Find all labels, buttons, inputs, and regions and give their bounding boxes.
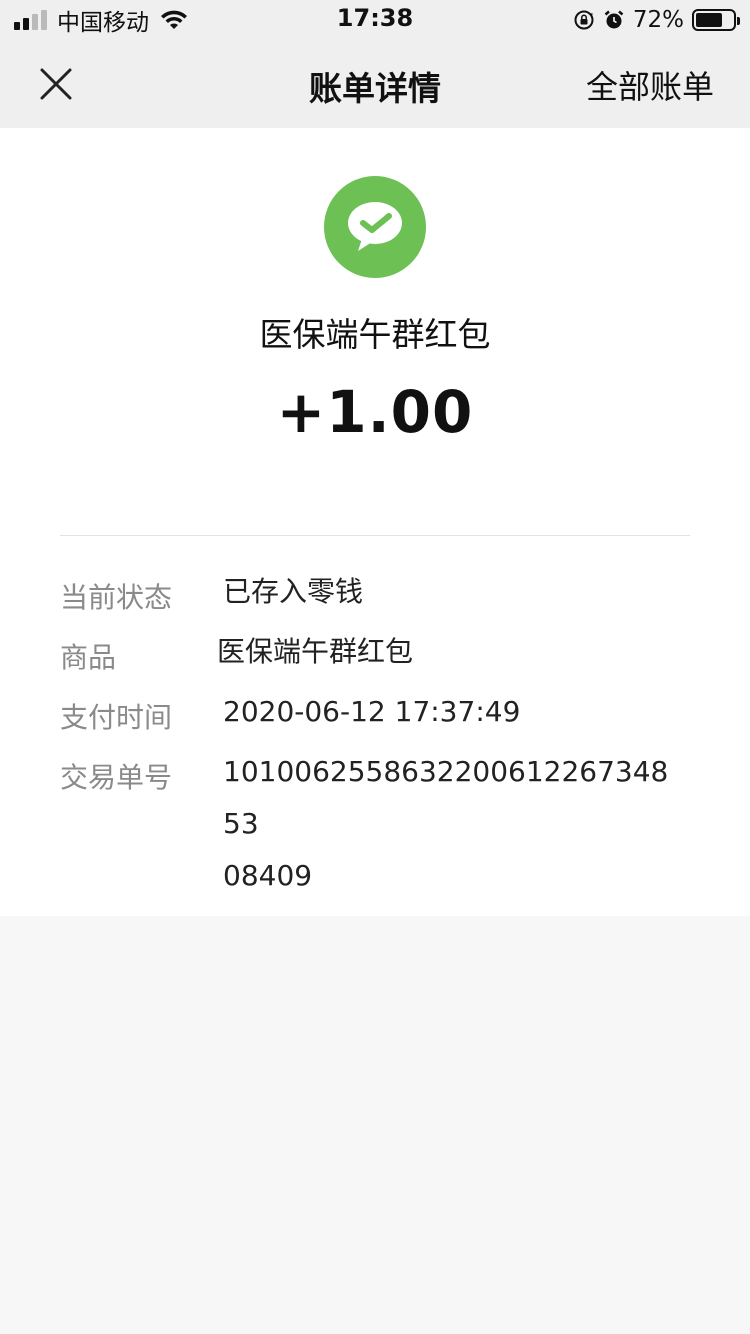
battery-icon	[692, 9, 740, 31]
status-bar: 中国移动 17:38 72%	[0, 0, 750, 40]
chat-bubble-check-icon	[348, 202, 402, 251]
status-value: 已存入零钱	[223, 575, 364, 608]
transaction-label: 交易单号	[60, 761, 173, 794]
close-button[interactable]	[30, 58, 82, 110]
transaction-value-line2: 08409	[223, 859, 313, 892]
alarm-icon	[604, 10, 624, 29]
time-value: 2020-06-12 17:37:49	[223, 695, 521, 728]
wechat-pay-logo	[324, 176, 426, 278]
status-left: 中国移动	[14, 6, 189, 36]
carrier-name: 中国移动	[57, 10, 149, 36]
battery-percent: 72%	[632, 7, 684, 33]
bill-card: 医保端午群红包 +1.00 当前状态 已存入零钱 商品 医保端午群红包 支付时间…	[0, 128, 750, 916]
status-label: 当前状态	[60, 581, 173, 614]
merchant-name: 医保端午群红包	[259, 315, 491, 354]
divider	[60, 535, 690, 536]
status-right: 72%	[573, 6, 740, 34]
battery-fill	[696, 13, 722, 27]
goods-value: 医保端午群红包	[217, 635, 414, 668]
bill-amount: +1.00	[276, 378, 474, 446]
nav-bar: 账单详情 全部账单	[0, 40, 750, 128]
transaction-value[interactable]: 1010062558632200612267348 53 08409	[223, 746, 693, 902]
close-icon	[40, 68, 72, 100]
transaction-value-line1: 1010062558632200612267348 53	[223, 755, 669, 840]
wifi-icon	[161, 10, 187, 29]
signal-icon	[14, 10, 47, 30]
all-bills-link[interactable]: 全部账单	[586, 62, 714, 108]
goods-label: 商品	[60, 641, 117, 674]
rotation-lock-icon	[574, 10, 594, 30]
time-label: 支付时间	[60, 701, 173, 734]
